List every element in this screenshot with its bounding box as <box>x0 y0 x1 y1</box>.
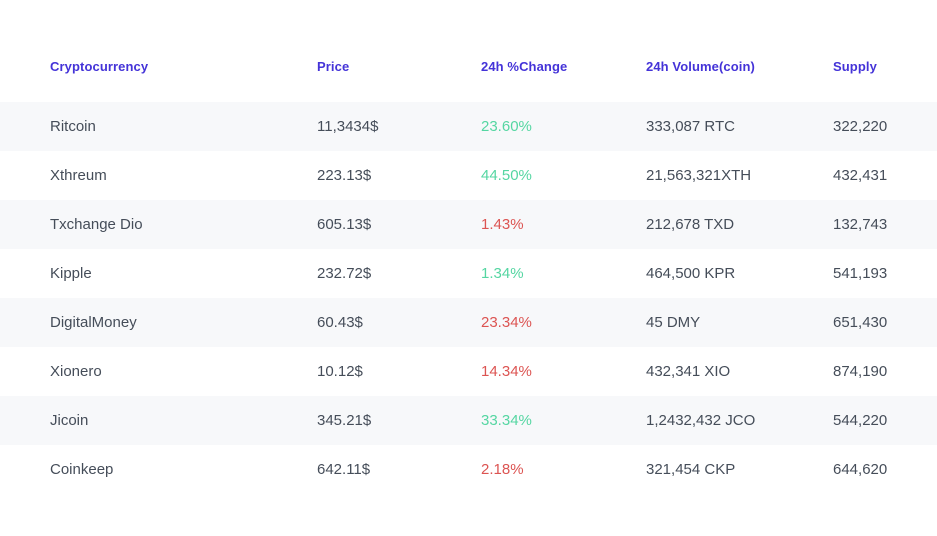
table-row[interactable]: Txchange Dio 605.13$ 1.43% 212,678 TXD 1… <box>0 200 937 249</box>
coin-supply: 544,220 <box>833 412 937 429</box>
coin-volume: 45 DMY <box>646 314 833 331</box>
coin-price: 10.12$ <box>317 363 481 380</box>
table-row[interactable]: Kipple 232.72$ 1.34% 464,500 KPR 541,193 <box>0 249 937 298</box>
coin-supply: 651,430 <box>833 314 937 331</box>
coin-supply: 132,743 <box>833 216 937 233</box>
table-row[interactable]: Coinkeep 642.11$ 2.18% 321,454 CKP 644,6… <box>0 445 937 494</box>
coin-supply: 432,431 <box>833 167 937 184</box>
coin-price: 223.13$ <box>317 167 481 184</box>
table-header-row: Cryptocurrency Price 24h %Change 24h Vol… <box>0 58 937 74</box>
coin-price: 605.13$ <box>317 216 481 233</box>
coin-name: DigitalMoney <box>50 314 317 331</box>
coin-volume: 432,341 XIO <box>646 363 833 380</box>
coin-volume: 212,678 TXD <box>646 216 833 233</box>
table-row[interactable]: Ritcoin 11,3434$ 23.60% 333,087 RTC 322,… <box>0 102 937 151</box>
coin-name: Kipple <box>50 265 317 282</box>
crypto-table: Cryptocurrency Price 24h %Change 24h Vol… <box>0 0 937 494</box>
coin-supply: 541,193 <box>833 265 937 282</box>
coin-price: 345.21$ <box>317 412 481 429</box>
column-header-price: Price <box>317 59 481 74</box>
coin-change-pct: 23.60% <box>481 118 646 135</box>
coin-name: Txchange Dio <box>50 216 317 233</box>
coin-volume: 1,2432,432 JCO <box>646 412 833 429</box>
column-header-supply: Supply <box>833 59 937 74</box>
coin-price: 232.72$ <box>317 265 481 282</box>
coin-change-pct: 44.50% <box>481 167 646 184</box>
table-row[interactable]: Xthreum 223.13$ 44.50% 21,563,321XTH 432… <box>0 151 937 200</box>
coin-change-pct: 1.43% <box>481 216 646 233</box>
coin-change-pct: 2.18% <box>481 461 646 478</box>
coin-price: 11,3434$ <box>317 118 481 135</box>
table-body: Ritcoin 11,3434$ 23.60% 333,087 RTC 322,… <box>0 102 937 494</box>
table-row[interactable]: Jicoin 345.21$ 33.34% 1,2432,432 JCO 544… <box>0 396 937 445</box>
column-header-volume: 24h Volume(coin) <box>646 59 833 74</box>
coin-name: Jicoin <box>50 412 317 429</box>
table-row[interactable]: Xionero 10.12$ 14.34% 432,341 XIO 874,19… <box>0 347 937 396</box>
coin-name: Ritcoin <box>50 118 317 135</box>
coin-change-pct: 1.34% <box>481 265 646 282</box>
coin-change-pct: 14.34% <box>481 363 646 380</box>
coin-supply: 644,620 <box>833 461 937 478</box>
coin-name: Coinkeep <box>50 461 317 478</box>
coin-volume: 321,454 CKP <box>646 461 833 478</box>
coin-volume: 21,563,321XTH <box>646 167 833 184</box>
coin-price: 60.43$ <box>317 314 481 331</box>
table-row[interactable]: DigitalMoney 60.43$ 23.34% 45 DMY 651,43… <box>0 298 937 347</box>
coin-change-pct: 33.34% <box>481 412 646 429</box>
coin-volume: 464,500 KPR <box>646 265 833 282</box>
column-header-change: 24h %Change <box>481 59 646 74</box>
coin-supply: 874,190 <box>833 363 937 380</box>
coin-volume: 333,087 RTC <box>646 118 833 135</box>
coin-name: Xionero <box>50 363 317 380</box>
coin-price: 642.11$ <box>317 461 481 478</box>
coin-supply: 322,220 <box>833 118 937 135</box>
column-header-cryptocurrency: Cryptocurrency <box>50 59 317 74</box>
coin-name: Xthreum <box>50 167 317 184</box>
coin-change-pct: 23.34% <box>481 314 646 331</box>
